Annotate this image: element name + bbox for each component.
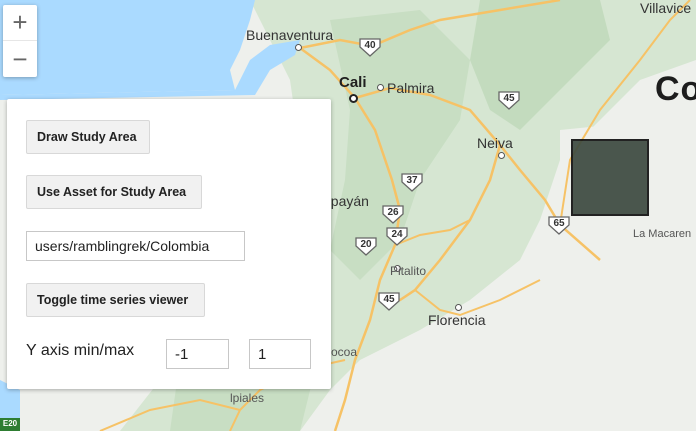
road-shield: 20 — [355, 236, 377, 256]
city-label-cali: Cali — [339, 74, 367, 91]
city-marker-neiva — [498, 152, 505, 159]
road-shield: 65 — [548, 215, 570, 235]
road-shield: 40 — [359, 37, 381, 57]
control-panel: Draw Study Area Use Asset for Study Area… — [7, 99, 331, 389]
road-shield: 45 — [498, 90, 520, 110]
study-area-rectangle[interactable] — [571, 139, 649, 216]
city-label-neiva: Neiva — [477, 135, 513, 151]
city-label-la-macarena: La Macaren — [633, 228, 692, 240]
draw-study-area-button[interactable]: Draw Study Area — [26, 120, 150, 154]
y-max-input[interactable] — [249, 339, 311, 369]
city-label-mocoa: ocoa — [331, 345, 358, 359]
road-shield: 45 — [378, 291, 400, 311]
road-shield: 24 — [386, 226, 408, 246]
city-label-pitalito: Pitalito — [390, 264, 427, 278]
use-asset-button[interactable]: Use Asset for Study Area — [26, 175, 202, 209]
asset-path-input[interactable] — [26, 231, 245, 261]
city-label-ipiales: lpiales — [230, 391, 265, 405]
city-marker-cali — [349, 94, 358, 103]
y-axis-label: Y axis min/max — [26, 342, 135, 359]
zoom-out-button[interactable]: − — [3, 41, 37, 77]
city-marker-florencia — [455, 304, 462, 311]
city-label-palmira: Palmira — [387, 80, 435, 96]
zoom-control: + − — [3, 5, 37, 77]
country-label: Co — [655, 70, 696, 108]
city-label-villavicencio: Villavice — [640, 0, 692, 16]
city-label-buenaventura: Buenaventura — [246, 27, 334, 43]
zoom-in-button[interactable]: + — [3, 5, 37, 41]
city-label-florencia: Florencia — [428, 312, 486, 328]
y-min-input[interactable] — [166, 339, 229, 369]
city-marker-buenaventura — [295, 44, 302, 51]
toggle-time-series-button[interactable]: Toggle time series viewer — [26, 283, 205, 317]
road-shield: E20 — [0, 418, 20, 431]
road-shield: 37 — [401, 172, 423, 192]
city-marker-palmira — [377, 84, 384, 91]
road-shield: 26 — [382, 204, 404, 224]
